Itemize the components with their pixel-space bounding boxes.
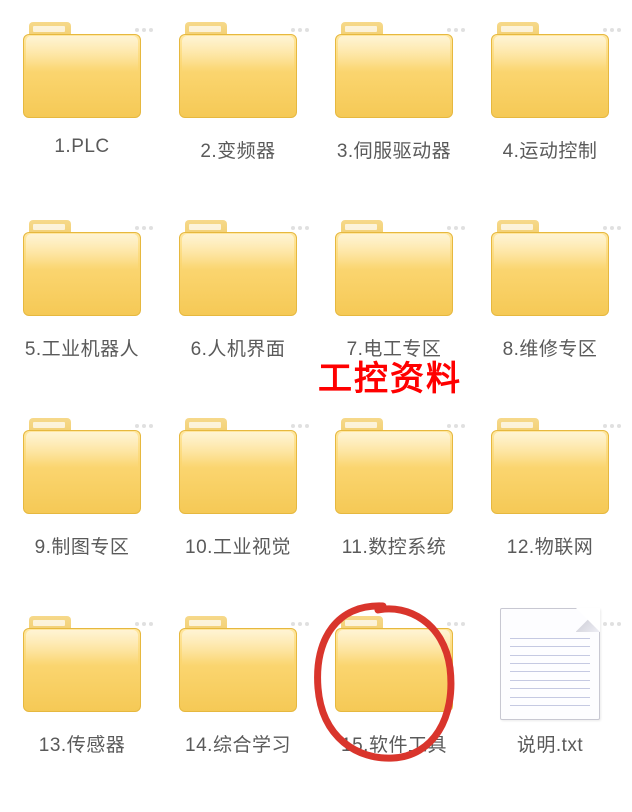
item-label: 9.制图专区 <box>35 532 130 559</box>
folder-icon <box>329 10 459 130</box>
item-label: 15.软件工具 <box>341 730 447 757</box>
file-grid: 1.PLC 2.变频器 3.伺服驱动器 4.运动控制 5.工业机器人 <box>0 0 632 812</box>
item-label: 10.工业视觉 <box>185 532 291 559</box>
folder-icon <box>17 208 147 328</box>
item-label: 12.物联网 <box>507 532 593 559</box>
folder-item[interactable]: 14.综合学习 <box>160 604 316 802</box>
folder-icon <box>329 406 459 526</box>
item-label: 11.数控系统 <box>342 532 447 559</box>
folder-item[interactable]: 15.软件工具 <box>316 604 472 802</box>
folder-icon <box>17 406 147 526</box>
item-label: 6.人机界面 <box>191 334 286 361</box>
item-label: 2.变频器 <box>200 136 275 163</box>
folder-icon <box>17 10 147 130</box>
folder-icon <box>485 208 615 328</box>
folder-item[interactable]: 2.变频器 <box>160 10 316 208</box>
folder-icon <box>329 604 459 724</box>
folder-icon <box>173 10 303 130</box>
item-label: 说明.txt <box>517 730 583 757</box>
folder-item[interactable]: 7.电工专区 <box>316 208 472 406</box>
item-label: 7.电工专区 <box>347 334 442 361</box>
folder-item[interactable]: 1.PLC <box>4 10 160 208</box>
folder-item[interactable]: 13.传感器 <box>4 604 160 802</box>
item-label: 3.伺服驱动器 <box>337 136 451 163</box>
folder-icon <box>173 406 303 526</box>
folder-item[interactable]: 9.制图专区 <box>4 406 160 604</box>
item-label: 5.工业机器人 <box>25 334 139 361</box>
folder-icon <box>485 406 615 526</box>
folder-icon <box>329 208 459 328</box>
item-label: 4.运动控制 <box>503 136 598 163</box>
item-label: 8.维修专区 <box>503 334 598 361</box>
folder-item[interactable]: 6.人机界面 <box>160 208 316 406</box>
folder-item[interactable]: 3.伺服驱动器 <box>316 10 472 208</box>
folder-icon <box>173 604 303 724</box>
folder-icon <box>173 208 303 328</box>
item-label: 1.PLC <box>54 136 109 158</box>
folder-item[interactable]: 10.工业视觉 <box>160 406 316 604</box>
item-label: 13.传感器 <box>39 730 125 757</box>
folder-item[interactable]: 4.运动控制 <box>472 10 628 208</box>
folder-item[interactable]: 12.物联网 <box>472 406 628 604</box>
folder-item[interactable]: 11.数控系统 <box>316 406 472 604</box>
item-label: 14.综合学习 <box>185 730 291 757</box>
txt-file-icon <box>485 604 615 724</box>
txt-file-item[interactable]: 说明.txt <box>472 604 628 802</box>
folder-item[interactable]: 5.工业机器人 <box>4 208 160 406</box>
folder-icon <box>17 604 147 724</box>
folder-icon <box>485 10 615 130</box>
folder-item[interactable]: 8.维修专区 <box>472 208 628 406</box>
